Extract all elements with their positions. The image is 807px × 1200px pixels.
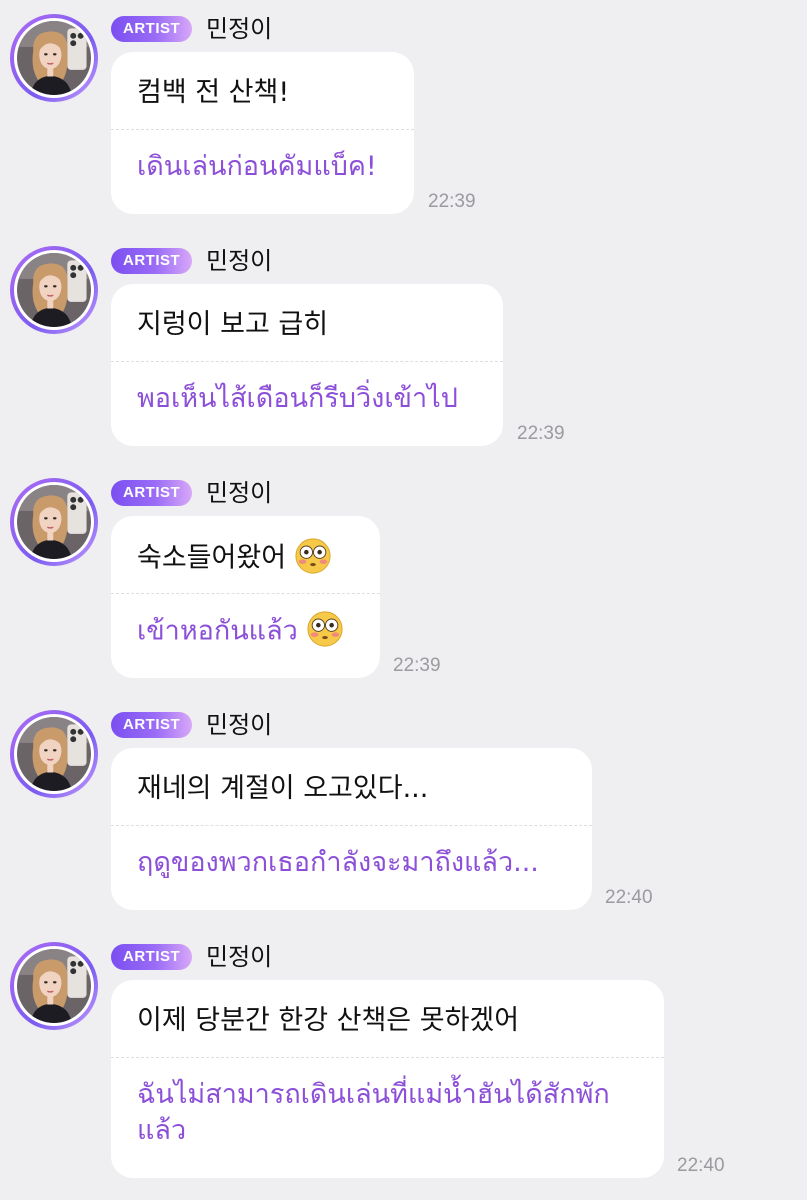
timestamp: 22:39: [428, 191, 476, 212]
original-text: 이제 당분간 한강 산책은 못하겠어: [137, 1005, 520, 1036]
message-bubble[interactable]: 이제 당분간 한강 산책은 못하겠어 ฉันไม่สามารถเดินเล่นท…: [111, 980, 664, 1178]
original-text: 재네의 계절이 오고있다...: [137, 773, 429, 804]
artist-avatar[interactable]: [10, 246, 98, 334]
translation-text: เข้าหอกันแล้ว: [137, 615, 298, 647]
sender-name: 민정이: [206, 711, 273, 739]
avatar-image: [17, 485, 91, 559]
original-text: 컴백 전 산책!: [137, 77, 290, 108]
timestamp: 22:40: [605, 887, 653, 908]
flushed-face-icon: [306, 610, 344, 648]
sender-name: 민정이: [206, 943, 273, 971]
artist-avatar[interactable]: [10, 14, 98, 102]
avatar-image: [17, 253, 91, 327]
artist-badge: ARTIST: [111, 944, 193, 970]
original-text-line: 숙소들어왔어: [137, 540, 332, 578]
original-text: 지렁이 보고 급히: [137, 309, 329, 340]
translation-line: แล้ว: [137, 1115, 187, 1146]
artist-avatar[interactable]: [10, 942, 98, 1030]
message-bubble[interactable]: 컴백 전 산책! เดินเล่นก่อนคัมแบ็ค!: [111, 52, 414, 214]
translation-text: พอเห็นไส้เดือนก็รีบวิ่งเข้าไป: [137, 383, 458, 414]
avatar-image: [17, 717, 91, 791]
divider: [111, 1057, 664, 1058]
artist-avatar[interactable]: [10, 478, 98, 566]
translation-text: ฉันไม่สามารถเดินเล่นที่แม่น้ำฮันได้สักพั…: [137, 1077, 610, 1149]
artist-badge: ARTIST: [111, 480, 193, 506]
timestamp: 22:40: [677, 1155, 725, 1176]
sender-name: 민정이: [206, 479, 273, 507]
timestamp: 22:39: [517, 423, 565, 444]
divider: [111, 361, 503, 362]
artist-badge: ARTIST: [111, 712, 193, 738]
avatar-image: [17, 21, 91, 95]
message-bubble[interactable]: 숙소들어왔어 เข้าหอกันแล้ว: [111, 516, 380, 678]
translation-line: ฉันไม่สามารถเดินเล่นที่แม่น้ำฮันได้สักพั…: [137, 1079, 610, 1110]
artist-avatar[interactable]: [10, 710, 98, 798]
message-bubble[interactable]: 재네의 계절이 오고있다... ฤดูของพวกเธอกำลังจะมาถึง…: [111, 748, 592, 910]
original-text: 숙소들어왔어: [137, 542, 287, 574]
message-bubble[interactable]: 지렁이 보고 급히 พอเห็นไส้เดือนก็รีบวิ่งเข้าไป: [111, 284, 503, 446]
divider: [111, 825, 592, 826]
divider: [111, 593, 380, 594]
divider: [111, 129, 414, 130]
translation-text-line: เข้าหอกันแล้ว: [137, 613, 344, 651]
translation-text: ฤดูของพวกเธอกำลังจะมาถึงแล้ว...: [137, 847, 539, 878]
flushed-face-icon: [294, 537, 332, 575]
artist-badge: ARTIST: [111, 16, 193, 42]
sender-name: 민정이: [206, 247, 273, 275]
timestamp: 22:39: [393, 655, 441, 676]
translation-text: เดินเล่นก่อนคัมแบ็ค!: [137, 151, 377, 182]
sender-name: 민정이: [206, 15, 273, 43]
avatar-image: [17, 949, 91, 1023]
artist-badge: ARTIST: [111, 248, 193, 274]
